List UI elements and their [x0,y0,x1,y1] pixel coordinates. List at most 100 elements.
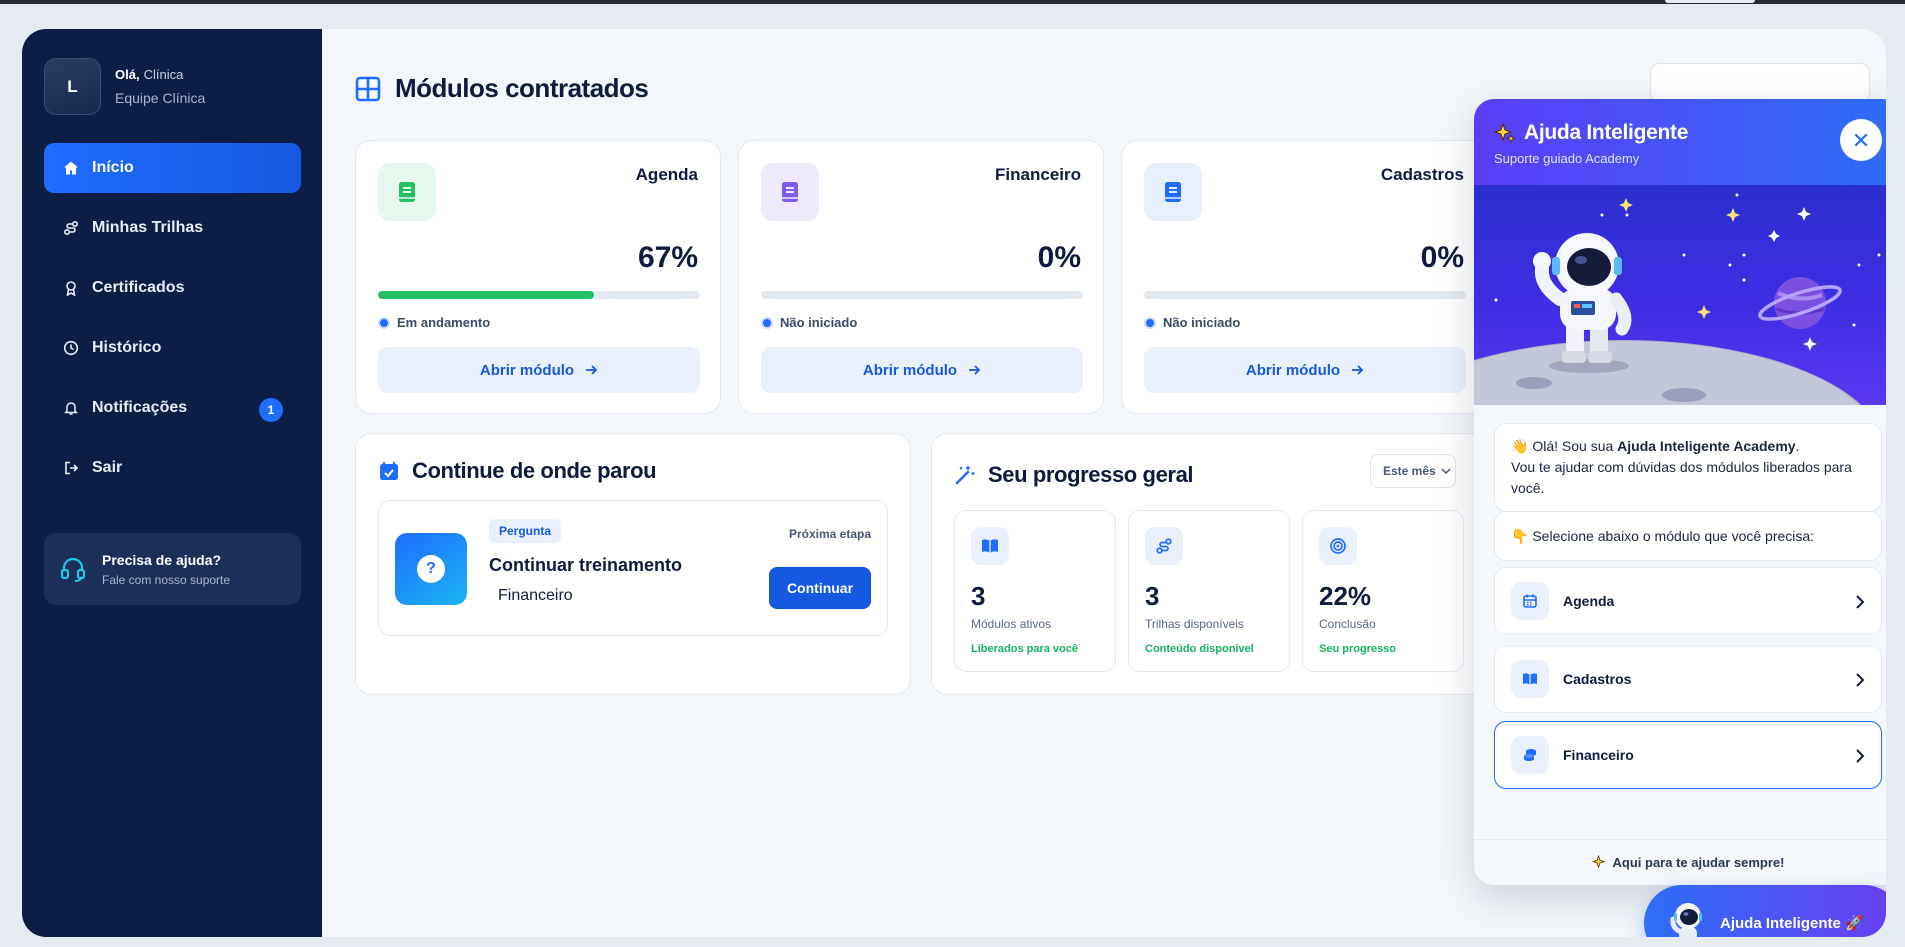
status-dot [1144,316,1156,329]
question-mark-glyph: ? [417,555,445,583]
open-module-button[interactable]: Abrir módulo [378,347,700,393]
intro-bold: Ajuda Inteligente Academy [1617,438,1796,454]
intro-line-2: Vou te ajudar com dúvidas dos módulos li… [1511,459,1852,496]
header-action-button[interactable] [1650,63,1870,103]
browser-top-bar [0,0,1905,4]
stat-value: 22% [1319,581,1372,611]
stat-modules-active: 3 Módulos ativos Liberados para você [954,510,1116,672]
progress-title: Seu progresso geral [954,462,1194,488]
module-status-label: Não iniciado [1163,315,1241,330]
module-percent: 0% [1420,241,1464,274]
arrow-right-icon [586,365,598,375]
user-team: Equipe Clínica [115,90,206,106]
smart-help-header: Ajuda Inteligente Suporte guiado Academy [1474,99,1886,185]
sidebar-item-label: Sair [92,459,123,476]
module-percent: 0% [1037,241,1081,274]
option-label: Financeiro [1563,747,1634,763]
book-icon [399,182,415,202]
sidebar-item-minhas-trilhas[interactable]: Minhas Trilhas [44,203,301,253]
support-help-box[interactable]: Precisa de ajuda? Fale com nosso suporte [44,533,301,605]
footer-text: Aqui para te ajudar sempre! [1612,855,1785,870]
waving-hand-icon: 👋 [1511,438,1529,454]
module-status: Não iniciado [761,315,857,330]
sidebar-item-sair[interactable]: Sair [44,443,301,493]
user-name: Clínica [143,67,184,82]
continue-item-title: Continuar treinamento [489,555,683,575]
module-status-label: Não iniciado [780,315,858,330]
close-icon [1854,133,1868,147]
help-title: Precisa de ajuda? [102,551,222,568]
stat-note: Conteúdo disponível [1145,643,1254,655]
chevron-right-icon [1856,749,1865,763]
module-name: Cadastros [1380,165,1464,184]
sidebar-nav: Início Minhas Trilhas Certificados Histó… [44,143,301,503]
calendar-icon [1511,582,1549,620]
stat-label: Conclusão [1319,617,1376,631]
sidebar-item-historico[interactable]: Histórico [44,323,301,373]
open-module-label: Abrir módulo [862,361,958,379]
browser-tab-pill [1665,0,1755,3]
module-icon-box [761,163,819,221]
sidebar-item-notificacoes[interactable]: Notificações 1 [44,383,301,433]
open-module-button[interactable]: Abrir módulo [1144,347,1466,393]
award-icon [62,279,80,297]
stat-note: Liberados para você [971,643,1078,655]
module-progress-bar [378,291,700,299]
module-progress-bar [761,291,1083,299]
continue-button[interactable]: Continuar [769,567,871,609]
home-icon [62,159,80,177]
avatar[interactable]: L [44,58,101,115]
module-icon-box [1144,163,1202,221]
option-cadastros[interactable]: Cadastros [1494,645,1882,713]
sidebar-item-label: Início [92,159,134,176]
open-module-button[interactable]: Abrir módulo [761,347,1083,393]
option-agenda[interactable]: Agenda [1494,567,1882,635]
sidebar-item-label: Notificações [92,399,188,416]
greeting-hello: Olá, [115,67,140,82]
stat-label: Trilhas disponíveis [1145,617,1244,631]
bell-icon [62,399,80,417]
book-open-icon [1511,660,1549,698]
assistant-intro-message: 👋 Olá! Sou sua Ajuda Inteligente Academy… [1494,423,1882,512]
stat-completion: 22% Conclusão Seu progresso [1302,510,1464,672]
modules-section-title: Módulos contratados [355,73,649,104]
close-button[interactable] [1840,119,1882,161]
item-type-tag: Pergunta [489,519,562,543]
astronaut-icon [1670,903,1702,937]
smart-help-body: 👋 Olá! Sou sua Ajuda Inteligente Academy… [1474,405,1886,885]
notification-badge: 1 [259,398,283,422]
module-name: Agenda [635,165,698,184]
user-profile: L Olá, Clínica Equipe Clínica [44,58,205,115]
open-module-label: Abrir módulo [1245,361,1341,379]
status-dot [761,316,773,329]
next-step-label: Próxima etapa [788,527,871,541]
module-icon-box [378,163,436,221]
coins-icon [1511,736,1549,774]
book-icon [1165,182,1181,202]
smart-help-floating-button[interactable]: Ajuda Inteligente 🚀 [1644,885,1886,937]
smart-help-panel: Ajuda Inteligente Suporte guiado Academy [1474,99,1886,885]
continue-title: Continue de onde parou [378,458,657,484]
module-name: Financeiro [995,165,1081,184]
sidebar-item-inicio[interactable]: Início [44,143,301,193]
stat-value: 3 [971,581,986,611]
smart-help-title-text: Ajuda Inteligente [1524,121,1689,144]
module-card-cadastros: Cadastros 0% Não iniciado Abrir módulo [1121,140,1487,414]
sparkles-icon [1591,855,1605,869]
status-dot [378,316,390,329]
help-subtitle: Fale com nosso suporte [102,572,231,587]
greeting: Olá, Clínica [115,67,205,82]
sidebar-item-label: Certificados [92,279,185,296]
period-select[interactable]: Este mês [1370,454,1456,488]
option-label: Cadastros [1563,671,1632,687]
open-module-label: Abrir módulo [479,361,575,379]
stat-value: 3 [1145,581,1160,611]
arrow-right-icon [969,365,981,375]
grid-icon [355,76,381,101]
smart-help-title: Ajuda Inteligente [1494,121,1688,145]
continue-item-card: ? Pergunta Continuar treinamento Finance… [378,500,888,636]
sidebar-item-certificados[interactable]: Certificados [44,263,301,313]
progress-title-text: Seu progresso geral [988,462,1194,487]
option-financeiro[interactable]: Financeiro [1494,721,1882,789]
smart-help-footer: Aqui para te ajudar sempre! [1474,839,1886,885]
